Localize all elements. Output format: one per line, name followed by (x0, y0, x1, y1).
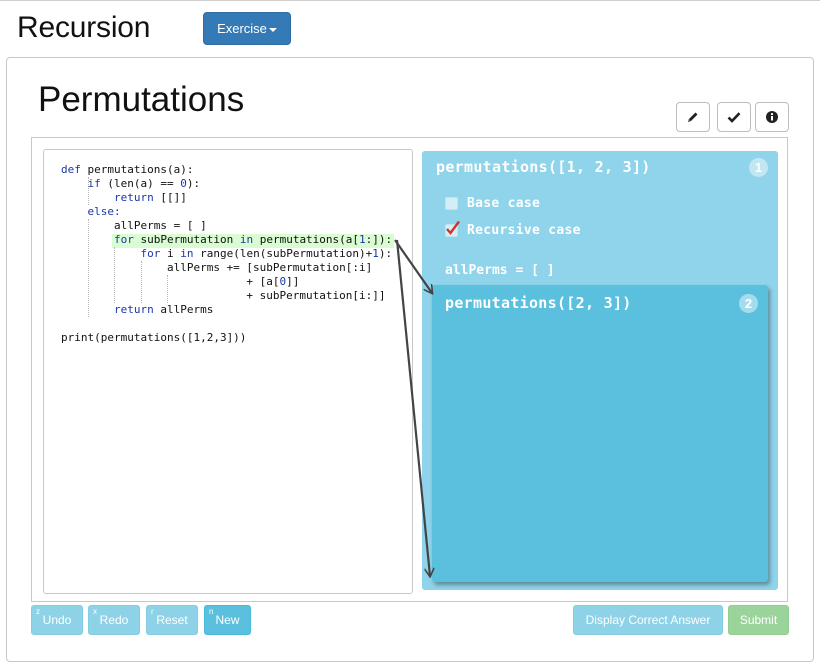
code-token: (len(a) == (107, 177, 181, 190)
code-token: for (140, 247, 167, 260)
base-case-checkbox[interactable] (445, 197, 458, 210)
code-token: subPermutation (140, 233, 240, 246)
code-token: allPerms (160, 303, 214, 316)
checkmark-icon (446, 220, 460, 235)
code-token: 1 (359, 233, 366, 246)
undo-shortcut: z (36, 607, 40, 616)
frame-1-number: 1 (749, 158, 768, 177)
code-token: [[]] (160, 191, 187, 204)
code-line: if (len(a) == 0): (61, 177, 201, 191)
code-token: print(permutations([1,2,3])) (61, 331, 247, 344)
code-line: for i in range(len(subPermutation)+1): (61, 247, 392, 261)
reset-label: Reset (156, 613, 188, 627)
recursive-case-option[interactable]: Recursive case (445, 220, 581, 238)
code-token: allPerms += [subPermutation[:i] (61, 261, 373, 274)
code-token: i (166, 247, 181, 260)
recursive-case-label: Recursive case (467, 223, 581, 238)
base-case-label: Base case (467, 196, 541, 211)
undo-label: Undo (42, 613, 72, 627)
code-line: allPerms += [subPermutation[:i] (61, 261, 372, 275)
code-token: ]] (286, 275, 300, 288)
caret-down-icon (268, 27, 277, 32)
new-label: New (215, 613, 240, 627)
display-correct-answer-button[interactable]: Display Correct Answer (573, 605, 723, 635)
check-button[interactable] (717, 102, 751, 132)
code-token: ): (186, 177, 201, 190)
call-frame-2[interactable]: permutations([2, 3]) 2 (432, 285, 768, 582)
code-token: 1 (372, 247, 379, 260)
code-token: ): (378, 247, 393, 260)
exercise-title: Permutations (38, 80, 245, 119)
code-token: + subPermutation[i:]] (61, 289, 386, 302)
frame-2-title: permutations([2, 3]) (445, 294, 632, 312)
code-token: for (113, 233, 141, 246)
redo-button[interactable]: x Redo (88, 605, 140, 635)
code-token: allPerms = [ ] (61, 219, 207, 232)
recursive-case-checkbox[interactable] (445, 220, 460, 237)
code-line: return allPerms (61, 303, 213, 317)
exercise-dropdown-button[interactable]: Exercise (203, 12, 291, 45)
page-title: Recursion (17, 11, 151, 44)
code-line: + [a[0]] (61, 275, 299, 289)
redo-label: Redo (99, 613, 129, 627)
code-line: def permutations(a): (61, 163, 193, 177)
new-button[interactable]: n New (204, 605, 251, 635)
exercise-button-label: Exercise (217, 21, 267, 36)
code-token: return (113, 191, 161, 204)
code-token: in (239, 233, 260, 246)
code-token: if (87, 177, 108, 190)
code-line: allPerms = [ ] (61, 219, 207, 233)
new-shortcut: n (209, 607, 214, 616)
edit-button[interactable] (676, 102, 710, 132)
code-line: return [[]] (61, 191, 187, 205)
frame-2-number: 2 (739, 294, 758, 313)
reset-button[interactable]: r Reset (146, 605, 198, 635)
top-divider (0, 0, 820, 1)
submit-label: Submit (739, 613, 778, 627)
pencil-icon (688, 112, 698, 122)
undo-button[interactable]: z Undo (31, 605, 83, 635)
redo-shortcut: x (93, 607, 97, 616)
code-token: range(len(subPermutation)+ (200, 247, 373, 260)
check-icon (727, 112, 741, 123)
info-button[interactable] (755, 102, 789, 132)
code-token: permutations(a): (87, 163, 194, 176)
code-line: + subPermutation[i:]] (61, 289, 386, 303)
code-line: for subPermutation in permutations(a[1:]… (61, 233, 392, 247)
code-token: return (113, 303, 161, 316)
base-case-option[interactable]: Base case (445, 196, 540, 211)
info-icon (766, 111, 778, 123)
code-line: print(permutations([1,2,3])) (61, 331, 246, 345)
code-token: 0 (180, 177, 187, 190)
reset-shortcut: r (151, 607, 154, 616)
code-line: else: (61, 205, 121, 219)
code-token: :]): (365, 233, 393, 246)
submit-button[interactable]: Submit (728, 605, 789, 635)
frame-1-variable: allPerms = [ ] (445, 263, 555, 278)
code-token: + [a[ (61, 275, 280, 288)
frame-1-title: permutations([1, 2, 3]) (436, 158, 651, 176)
code-token: permutations(a[ (259, 233, 360, 246)
code-token: else: (87, 205, 121, 218)
display-correct-answer-label: Display Correct Answer (585, 613, 711, 627)
code-token: def (61, 163, 88, 176)
code-token: in (180, 247, 201, 260)
